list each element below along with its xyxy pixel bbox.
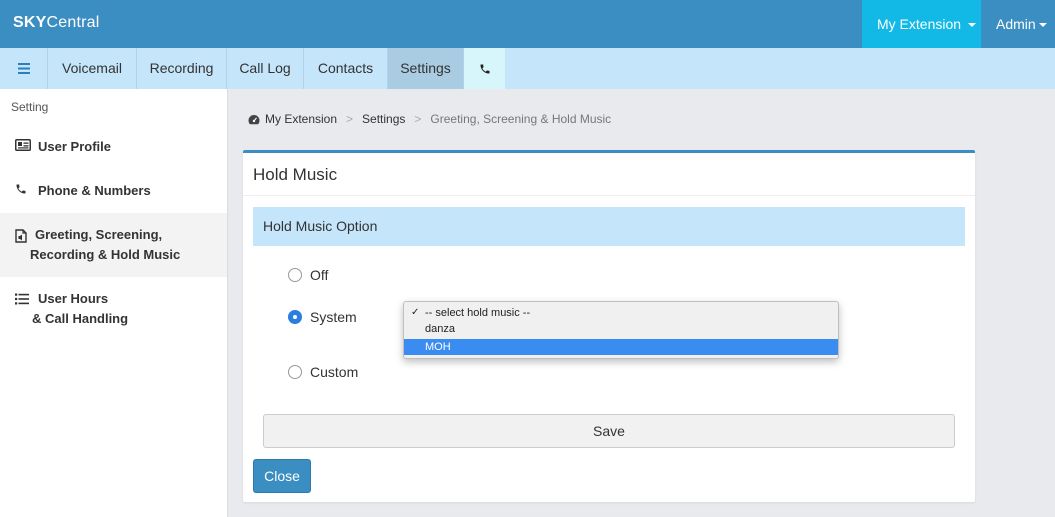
radio-button[interactable] — [288, 268, 302, 282]
tab-recording[interactable]: Recording — [136, 48, 226, 89]
brand-logo[interactable]: SKYCentral — [13, 14, 99, 32]
caret-down-icon — [967, 23, 976, 28]
my-extension-dropdown[interactable]: My Extension — [862, 0, 981, 48]
admin-dropdown[interactable]: Admin — [996, 0, 1047, 48]
radio-button-checked[interactable] — [288, 310, 302, 324]
phone-icon — [16, 184, 26, 194]
top-bar: SKYCentral My Extension Admin — [0, 0, 1055, 48]
tab-settings[interactable]: Settings — [387, 48, 463, 89]
hold-music-panel: Hold Music Hold Music Option Off System … — [243, 150, 975, 502]
nav-bar: Voicemail Recording Call Log Contacts Se… — [0, 48, 1055, 89]
sidebar-heading: Setting — [11, 100, 49, 114]
hold-music-select-list[interactable]: ✓ -- select hold music -- danza MOH — [403, 301, 839, 359]
admin-label: Admin — [996, 16, 1036, 32]
sidebar-item-user-profile[interactable]: User Profile — [0, 133, 227, 161]
radio-label: System — [310, 309, 357, 325]
select-option-highlighted[interactable]: MOH — [404, 339, 838, 355]
select-option[interactable]: ✓ -- select hold music -- — [404, 305, 838, 321]
phone-icon — [480, 64, 489, 73]
sidebar-item-label: Greeting, Screening, — [35, 227, 163, 242]
radio-custom[interactable]: Custom — [288, 364, 358, 380]
breadcrumb: My Extension > Settings > Greeting, Scre… — [248, 112, 611, 126]
list-icon — [15, 293, 29, 305]
section-header: Hold Music Option — [253, 207, 965, 246]
breadcrumb-separator: > — [414, 112, 422, 126]
breadcrumb-my-extension[interactable]: My Extension — [265, 112, 337, 126]
my-extension-label: My Extension — [877, 16, 962, 32]
sidebar-item-phone-numbers[interactable]: Phone & Numbers — [0, 177, 227, 205]
tab-voicemail[interactable]: Voicemail — [47, 48, 136, 89]
check-icon: ✓ — [411, 307, 420, 318]
sidebar-item-label: Phone & Numbers — [38, 183, 151, 198]
sidebar-item-label: User Profile — [38, 139, 111, 154]
sidebar-item-label-line2: Recording & Hold Music — [30, 247, 181, 262]
save-button[interactable]: Save — [263, 414, 955, 448]
sidebar-item-greeting-hold-music[interactable]: Greeting, Screening, Recording & Hold Mu… — [0, 213, 227, 277]
tab-contacts[interactable]: Contacts — [303, 48, 387, 89]
hamburger-icon — [17, 63, 30, 74]
tab-call-log[interactable]: Call Log — [226, 48, 303, 89]
panel-divider — [243, 195, 975, 196]
breadcrumb-separator: > — [346, 112, 354, 126]
panel-title: Hold Music — [253, 165, 338, 184]
breadcrumb-settings[interactable]: Settings — [362, 112, 405, 126]
breadcrumb-current: Greeting, Screening & Hold Music — [430, 112, 612, 126]
select-option-label: danza — [425, 323, 455, 335]
radio-system[interactable]: System — [288, 309, 357, 325]
sidebar-item-user-hours[interactable]: User Hours & Call Handling — [0, 285, 227, 333]
brand-rest: Central — [46, 14, 100, 31]
tab-phone[interactable] — [463, 48, 505, 89]
dashboard-icon — [248, 114, 260, 124]
radio-label: Custom — [310, 364, 359, 380]
audio-file-icon — [15, 229, 27, 243]
select-option-label: -- select hold music -- — [425, 307, 531, 319]
sidebar-item-label: User Hours — [38, 291, 109, 306]
id-card-icon — [15, 139, 31, 151]
radio-off[interactable]: Off — [288, 267, 328, 283]
brand-bold: SKY — [13, 14, 47, 31]
radio-button[interactable] — [288, 365, 302, 379]
select-option[interactable]: danza — [404, 321, 838, 337]
select-option-label: MOH — [425, 341, 451, 353]
sidebar-item-label-line2: & Call Handling — [32, 311, 129, 326]
close-button[interactable]: Close — [253, 459, 311, 493]
menu-toggle-button[interactable] — [0, 48, 47, 89]
caret-down-icon — [1038, 23, 1047, 28]
sidebar: Setting User Profile Phone & Numbers Gre… — [0, 89, 228, 517]
radio-label: Off — [310, 267, 329, 283]
